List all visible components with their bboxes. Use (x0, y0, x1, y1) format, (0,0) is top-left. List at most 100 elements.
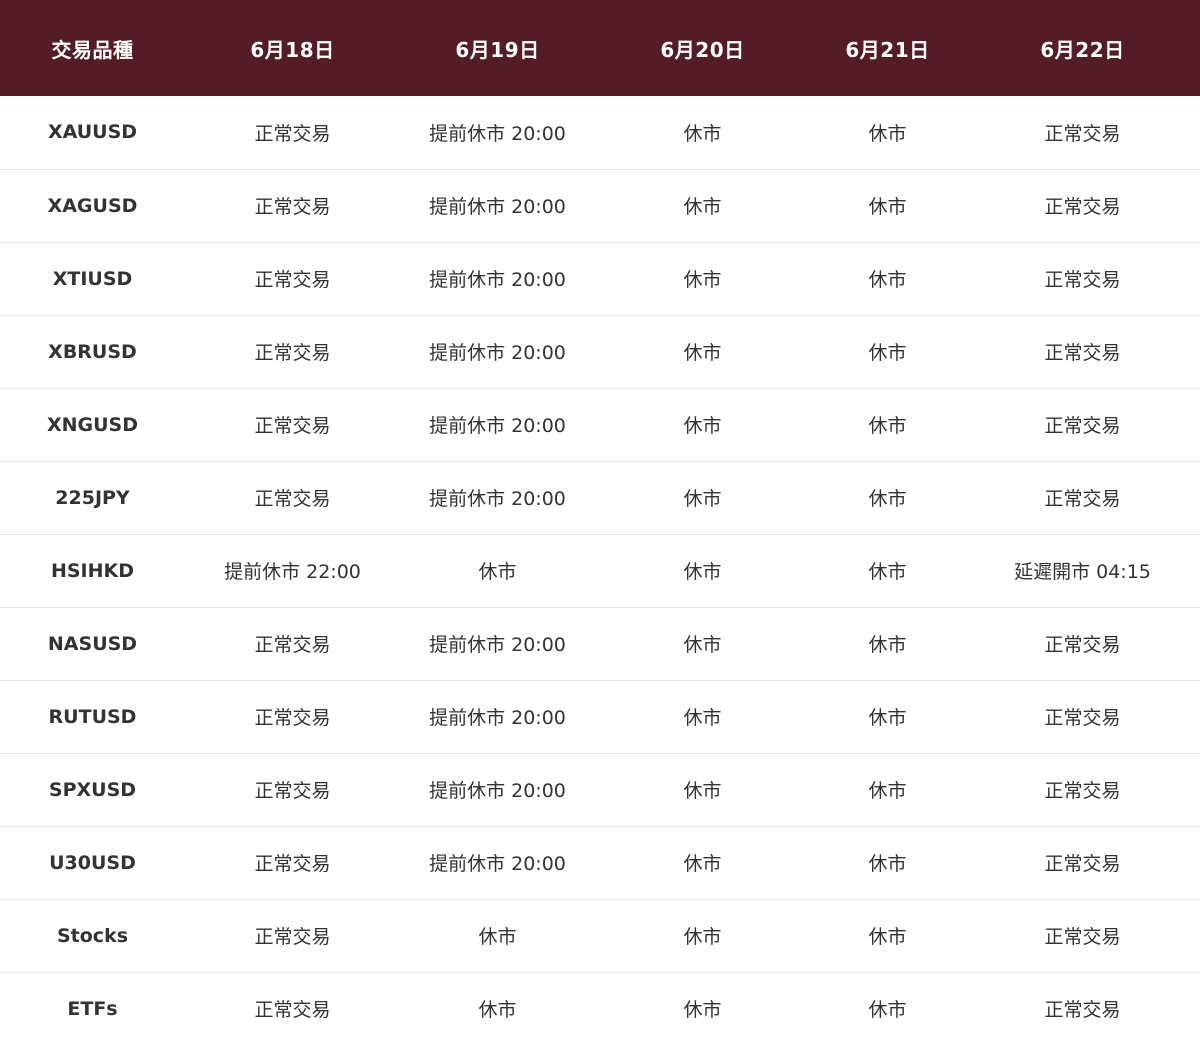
trading-status-cell: 正常交易 (254, 415, 331, 437)
table-row: XTIUSD 正常交易 提前休市 20:00 休市 休市 正常交易 (0, 242, 1200, 315)
trading-status-cell: 休市 (683, 269, 722, 291)
trading-status-cell: 正常交易 (254, 634, 331, 656)
table-row: NASUSD 正常交易 提前休市 20:00 休市 休市 正常交易 (0, 607, 1200, 680)
trading-status-cell: 休市 (868, 780, 907, 802)
trading-status-cell: 正常交易 (1044, 999, 1121, 1022)
trading-status-cell: 休市 (868, 122, 907, 145)
instrument-symbol: SPXUSD (48, 778, 137, 801)
instrument-symbol: U30USD (49, 851, 136, 874)
trading-status-cell: 正常交易 (1044, 122, 1121, 145)
trading-status-cell: 正常交易 (1044, 269, 1121, 291)
trading-status-cell: 休市 (683, 780, 722, 802)
header-date: 6月18日 (250, 37, 335, 62)
trading-status-cell: 提前休市 20:00 (429, 122, 566, 145)
header-date: 6月21日 (845, 37, 930, 62)
trading-status-cell: 休市 (868, 561, 907, 583)
table-row: SPXUSD 正常交易 提前休市 20:00 休市 休市 正常交易 (0, 753, 1200, 826)
trading-status-cell: 休市 (683, 342, 722, 364)
instrument-symbol: 225JPY (55, 486, 130, 509)
header-date: 6月19日 (455, 37, 540, 62)
instrument-symbol: RUTUSD (48, 705, 137, 728)
trading-status-cell: 提前休市 20:00 (429, 342, 566, 364)
trading-status-cell: 提前休市 20:00 (429, 415, 566, 437)
trading-status-cell: 正常交易 (1044, 196, 1121, 218)
trading-status-cell: 休市 (683, 415, 722, 437)
trading-status-cell: 正常交易 (1044, 780, 1121, 802)
trading-status-cell: 正常交易 (254, 488, 331, 510)
trading-status-cell: 正常交易 (1044, 488, 1121, 510)
trading-status-cell: 延遲開市 04:15 (1014, 561, 1151, 583)
trading-status-cell: 正常交易 (254, 122, 331, 145)
table-row: XAUUSD 正常交易 提前休市 20:00 休市 休市 正常交易 (0, 96, 1200, 169)
header-symbol: 交易品種 (51, 37, 134, 62)
trading-status-cell: 提前休市 20:00 (429, 707, 566, 729)
trading-status-cell: 休市 (868, 999, 907, 1022)
header-date: 6月20日 (660, 37, 745, 62)
instrument-symbol: ETFs (67, 997, 118, 1020)
trading-status-cell: 休市 (868, 342, 907, 364)
trading-status-cell: 正常交易 (1044, 926, 1121, 948)
table-row: XNGUSD 正常交易 提前休市 20:00 休市 休市 正常交易 (0, 388, 1200, 461)
trading-status-cell: 提前休市 20:00 (429, 634, 566, 656)
table-row: U30USD 正常交易 提前休市 20:00 休市 休市 正常交易 (0, 826, 1200, 899)
table-row: 225JPY 正常交易 提前休市 20:00 休市 休市 正常交易 (0, 461, 1200, 534)
trading-status-cell: 休市 (683, 634, 722, 656)
trading-status-cell: 提前休市 20:00 (429, 488, 566, 510)
table-row: HSIHKD 提前休市 22:00 休市 休市 休市 延遲開市 04:15 (0, 534, 1200, 607)
trading-status-cell: 休市 (683, 122, 722, 145)
trading-status-cell: 提前休市 20:00 (429, 196, 566, 218)
trading-status-cell: 休市 (478, 561, 517, 583)
trading-status-cell: 休市 (868, 707, 907, 729)
trading-status-cell: 休市 (868, 488, 907, 510)
table-row: Stocks 正常交易 休市 休市 休市 正常交易 (0, 899, 1200, 972)
table-row: ETFs 正常交易 休市 休市 休市 正常交易 (0, 972, 1200, 1045)
trading-status-cell: 提前休市 20:00 (429, 853, 566, 875)
trading-status-cell: 休市 (683, 488, 722, 510)
trading-status-cell: 正常交易 (254, 707, 331, 729)
trading-status-cell: 提前休市 20:00 (429, 269, 566, 291)
trading-status-cell: 正常交易 (254, 853, 331, 875)
trading-status-cell: 休市 (478, 999, 517, 1022)
trading-status-cell: 正常交易 (254, 926, 331, 948)
table-row: XAGUSD 正常交易 提前休市 20:00 休市 休市 正常交易 (0, 169, 1200, 242)
trading-status-cell: 休市 (868, 196, 907, 218)
trading-status-cell: 休市 (868, 634, 907, 656)
trading-status-cell: 休市 (868, 926, 907, 948)
trading-status-cell: 休市 (683, 853, 722, 875)
trading-status-cell: 正常交易 (1044, 853, 1121, 875)
trading-status-cell: 正常交易 (254, 342, 331, 364)
instrument-symbol: NASUSD (47, 632, 138, 655)
instrument-symbol: XAUUSD (47, 121, 138, 144)
trading-status-cell: 正常交易 (254, 196, 331, 218)
trading-status-cell: 正常交易 (1044, 707, 1121, 729)
trading-status-cell: 休市 (478, 926, 517, 948)
trading-status-cell: 正常交易 (254, 780, 331, 802)
table-row: XBRUSD 正常交易 提前休市 20:00 休市 休市 正常交易 (0, 315, 1200, 388)
header-row: 交易品種 6月18日 6月19日 6月20日 6月21日 6月22日 (0, 0, 1200, 96)
trading-status-cell: 正常交易 (1044, 634, 1121, 656)
instrument-symbol: XBRUSD (48, 340, 137, 363)
trading-status-cell: 正常交易 (254, 269, 331, 291)
trading-status-cell: 休市 (683, 707, 722, 729)
trading-status-cell: 休市 (868, 269, 907, 291)
table-body: XAUUSD 正常交易 提前休市 20:00 休市 休市 正常交易 XAGUSD 正常交易 提前… (0, 96, 1200, 1045)
trading-status-cell: 休市 (683, 196, 722, 218)
trading-status-cell: 休市 (868, 853, 907, 875)
instrument-symbol: XNGUSD (46, 413, 139, 436)
trading-status-cell: 正常交易 (1044, 415, 1121, 437)
trading-status-cell: 休市 (683, 999, 722, 1022)
table-header: 交易品種 6月18日 6月19日 6月20日 6月21日 6月22日 (0, 0, 1200, 96)
trading-status-cell: 正常交易 (254, 999, 331, 1022)
instrument-symbol: HSIHKD (50, 559, 135, 582)
trading-status-cell: 休市 (683, 561, 722, 583)
trading-status-cell: 正常交易 (1044, 342, 1121, 364)
trading-status-cell: 休市 (868, 415, 907, 437)
trading-schedule-table: 交易品種 6月18日 6月19日 6月20日 6月21日 6月22日 XAUUS… (0, 0, 1200, 1045)
header-date: 6月22日 (1040, 37, 1125, 62)
instrument-symbol: Stocks (56, 924, 129, 947)
trading-status-cell: 休市 (683, 926, 722, 948)
trading-status-cell: 提前休市 20:00 (429, 780, 566, 802)
instrument-symbol: XTIUSD (52, 267, 133, 290)
trading-status-cell: 提前休市 22:00 (224, 561, 361, 583)
table-row: RUTUSD 正常交易 提前休市 20:00 休市 休市 正常交易 (0, 680, 1200, 753)
